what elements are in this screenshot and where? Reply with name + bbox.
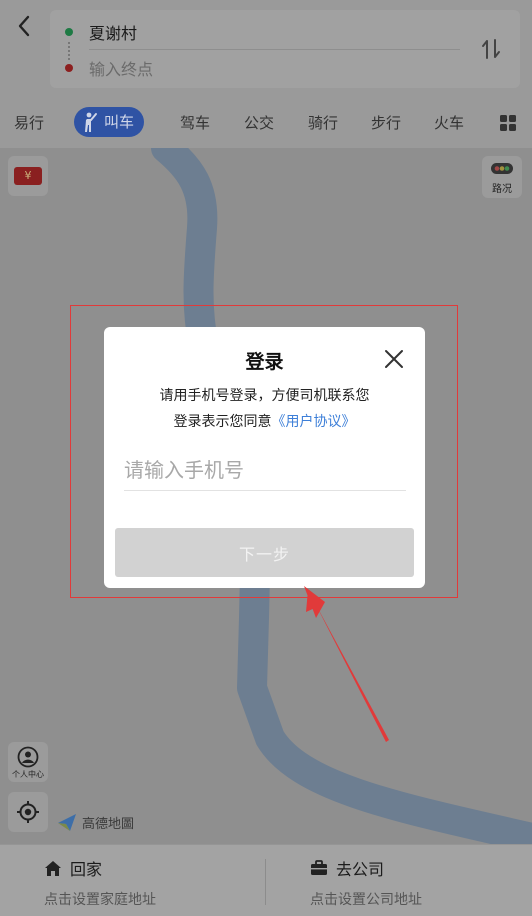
locate-button[interactable]: [8, 792, 48, 832]
annotation-highlight-box: [70, 305, 458, 598]
home-icon: [45, 860, 61, 876]
go-company-title: 去公司: [336, 860, 385, 879]
go-home-shortcut[interactable]: 回家 点击设置家庭地址: [44, 855, 264, 909]
bottom-shortcuts: 回家 点击设置家庭地址 去公司 点击设置公司地址: [0, 844, 532, 916]
tab-bus[interactable]: 公交: [244, 108, 274, 138]
tab-yixing[interactable]: 易行: [14, 108, 44, 138]
end-dot-icon: [65, 64, 73, 72]
destination-row[interactable]: 输入终点: [50, 50, 520, 86]
swap-arrows-icon: [482, 39, 500, 59]
tab-bike[interactable]: 骑行: [308, 108, 338, 138]
go-company-hint: 点击设置公司地址: [310, 892, 422, 908]
back-button[interactable]: [8, 10, 40, 42]
hail-person-icon: [85, 112, 97, 132]
traffic-button[interactable]: 路况: [482, 156, 522, 198]
tab-walk[interactable]: 步行: [371, 108, 401, 138]
travel-mode-tabs: 易行 叫车 驾车 公交 骑行 步行 火车: [0, 104, 532, 140]
profile-button[interactable]: 个人中心: [8, 742, 48, 782]
amap-logo: 高德地圖: [56, 810, 134, 834]
start-location-row[interactable]: 夏谢村: [50, 14, 520, 50]
crosshair-icon: [17, 801, 39, 823]
coupon-button[interactable]: ¥: [8, 156, 48, 196]
swap-route-button[interactable]: [476, 34, 506, 64]
go-home-hint: 点击设置家庭地址: [44, 892, 156, 908]
start-location-text: 夏谢村: [89, 24, 138, 43]
briefcase-icon: [311, 860, 327, 875]
go-home-title: 回家: [70, 860, 103, 879]
go-company-shortcut[interactable]: 去公司 点击设置公司地址: [310, 855, 530, 909]
traffic-light-icon: [491, 163, 513, 174]
tab-drive[interactable]: 驾车: [180, 108, 210, 138]
user-icon: [17, 746, 39, 768]
traffic-label: 路况: [492, 184, 512, 195]
more-modes-button[interactable]: [500, 115, 516, 131]
route-input-box: 夏谢村 输入终点: [50, 10, 520, 88]
destination-placeholder: 输入终点: [89, 60, 154, 79]
tab-taxi-label: 叫车: [104, 113, 135, 131]
start-dot-icon: [65, 28, 73, 36]
coupon-icon: ¥: [14, 167, 42, 185]
amap-logo-text: 高德地圖: [82, 816, 135, 832]
route-panel: 夏谢村 输入终点 易行 叫车 驾车 公交 骑行 步行 火车: [0, 0, 532, 148]
amap-logo-icon: [58, 814, 76, 831]
tab-taxi[interactable]: 叫车: [74, 107, 145, 137]
back-chevron-icon: [18, 15, 30, 37]
profile-label: 个人中心: [12, 770, 44, 779]
tab-train[interactable]: 火车: [434, 108, 464, 138]
bottom-divider: [265, 859, 266, 905]
